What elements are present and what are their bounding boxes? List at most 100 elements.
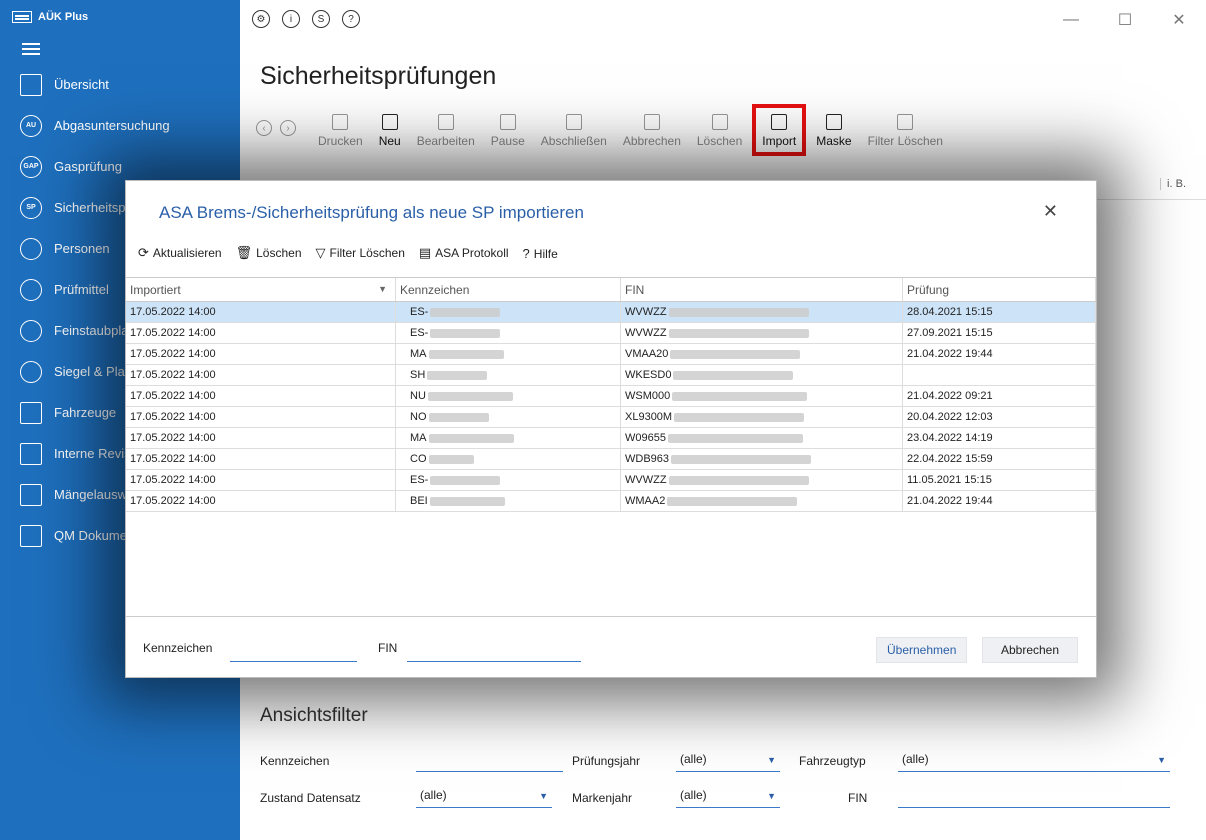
cell-kennzeichen-text: ES- (410, 327, 429, 339)
filter-pruefungsjahr-select[interactable]: (alle) ▼ (676, 752, 780, 772)
table-row[interactable]: 17.05.2022 14:00 BEI WMAA2 21.04.2022 19:44 (126, 491, 1096, 512)
table-row[interactable]: 17.05.2022 14:00 MA VMAA20 21.04.2022 19:44 (126, 344, 1096, 365)
redacted-text-blur (430, 475, 501, 485)
service-icon[interactable]: S (312, 10, 330, 28)
sort-descending-icon: ▼ (378, 284, 387, 294)
redacted-text-blur (668, 307, 809, 317)
cell-imported: 17.05.2022 14:00 (126, 407, 396, 427)
filter-fin-input[interactable] (898, 788, 1170, 808)
delete-button[interactable]: 🗑 Löschen (236, 245, 302, 261)
redacted-text-blur (667, 496, 798, 506)
table-row[interactable]: 17.05.2022 14:00 MA W09655 23.04.2022 14:19 (126, 428, 1096, 449)
sidebar-item-0[interactable]: Übersicht (0, 64, 240, 105)
help-icon[interactable]: ? (342, 10, 360, 28)
document-icon: ▤ (418, 245, 432, 260)
toolbar-button-3[interactable]: Pause (483, 106, 533, 154)
cell-kennzeichen: CO (396, 449, 621, 469)
minimize-button[interactable]: — (1044, 0, 1098, 40)
table-row[interactable]: 17.05.2022 14:00 CO WDB963 22.04.2022 15:59 (126, 449, 1096, 470)
fin-input[interactable] (407, 661, 581, 662)
close-window-button[interactable]: ✕ (1152, 0, 1206, 40)
redacted-text-blur (668, 328, 809, 338)
toolbar-button-9[interactable]: Filter Löschen (860, 106, 951, 154)
forward-icon[interactable]: › (280, 120, 296, 136)
sidebar-item-label: Gasprüfung (54, 159, 122, 174)
cell-fin-text: XL9300M (625, 411, 673, 423)
sidebar-item-1[interactable]: AU Abgasuntersuchung (0, 105, 240, 146)
toolbar-button-2[interactable]: Bearbeiten (409, 106, 483, 154)
dropdown-arrow-icon: ▼ (1157, 755, 1166, 765)
cell-pruefung-text: 20.04.2022 12:03 (907, 411, 993, 423)
car-icon (20, 401, 42, 424)
kennzeichen-input[interactable] (230, 661, 357, 662)
toolbar-button-4[interactable]: Abschließen (533, 106, 615, 154)
redacted-text-blur (667, 433, 803, 443)
dialog-close-icon[interactable]: ✕ (1043, 201, 1058, 222)
cell-kennzeichen: NU (396, 386, 621, 406)
sidebar-item-label: Prüfmittel (54, 282, 109, 297)
cell-fin-text: WSM000 (625, 390, 671, 402)
info-icon[interactable]: i (282, 10, 300, 28)
redacted-text-blur (430, 328, 501, 338)
cell-pruefung: 23.04.2022 14:19 (903, 428, 1096, 448)
filter-clear-label: Filter Löschen (329, 246, 405, 260)
dropdown-arrow-icon: ▼ (539, 791, 548, 801)
app-title: AÜK Plus (38, 11, 89, 23)
table-row[interactable]: 17.05.2022 14:00 SH WKESD0 (126, 365, 1096, 386)
table-row[interactable]: 17.05.2022 14:00 NU WSM000 21.04.2022 09:21 (126, 386, 1096, 407)
filter-markenjahr-select[interactable]: (alle) ▼ (676, 788, 780, 808)
redacted-text-blur (427, 391, 513, 401)
column-header-ib[interactable]: i. B. (1160, 178, 1186, 190)
help-button[interactable]: ? Hilfe (523, 246, 558, 261)
filter-clear-button[interactable]: ▽ Filter Löschen (316, 245, 405, 261)
cell-fin: WVWZZ (621, 470, 903, 490)
accept-button[interactable]: Übernehmen (876, 637, 968, 663)
cell-kennzeichen: NO (396, 407, 621, 427)
sidebar-item-label: Übersicht (54, 77, 109, 92)
cell-imported-text: 17.05.2022 14:00 (130, 411, 216, 423)
toolbar-button-8[interactable]: Maske (808, 106, 859, 154)
table-row[interactable]: 17.05.2022 14:00 NO XL9300M 20.04.2022 12:0… (126, 407, 1096, 428)
filter-kennzeichen-input[interactable] (416, 752, 563, 772)
cell-imported: 17.05.2022 14:00 (126, 470, 396, 490)
dropdown-arrow-icon: ▼ (767, 791, 776, 801)
filter-kennzeichen-label: Kennzeichen (260, 754, 330, 768)
table-row[interactable]: 17.05.2022 14:00 ES- WVWZZ 27.09.2021 15:15 (126, 323, 1096, 344)
cell-pruefung: 21.04.2022 19:44 (903, 344, 1096, 364)
back-icon[interactable]: ‹ (256, 120, 272, 136)
toolbar-button-0[interactable]: Drucken (310, 106, 371, 154)
toolbar-icon (332, 114, 349, 130)
refresh-button[interactable]: ⟳ Aktualisieren (138, 245, 222, 261)
dialog-title: ASA Brems-/Sicherheitsprüfung als neue S… (159, 203, 584, 222)
cancel-button[interactable]: Abbrechen (982, 637, 1078, 663)
toolbar-button-6[interactable]: Löschen (689, 106, 750, 154)
settings-icon[interactable]: ⚙ (252, 10, 270, 28)
column-header-importiert[interactable]: Importiert ▼ (126, 278, 396, 301)
cell-imported-text: 17.05.2022 14:00 (130, 390, 216, 402)
filter-zustand-value: (alle) (420, 788, 447, 802)
toolbar-icon (437, 114, 454, 130)
menu-toggle-button[interactable] (0, 34, 240, 64)
table-row[interactable]: 17.05.2022 14:00 ES- WVWZZ 28.04.2021 15:15 (126, 302, 1096, 323)
cell-fin-text: WVWZZ (625, 306, 667, 318)
toolbar-button-7[interactable]: Import (752, 104, 807, 156)
filter-zustand-select[interactable]: (alle) ▼ (416, 788, 552, 808)
maximize-button[interactable]: ☐ (1098, 0, 1152, 40)
table-row[interactable]: 17.05.2022 14:00 ES- WVWZZ 11.05.2021 15:15 (126, 470, 1096, 491)
column-header-kennzeichen[interactable]: Kennzeichen (396, 278, 621, 301)
toolbar-button-1[interactable]: Neu (371, 106, 409, 154)
toolbar-button-label: Pause (490, 134, 525, 148)
cell-fin-text: WVWZZ (625, 327, 667, 339)
redacted-text-blur (429, 496, 505, 506)
cell-imported-text: 17.05.2022 14:00 (130, 306, 216, 318)
cell-imported: 17.05.2022 14:00 (126, 323, 396, 343)
column-header-fin[interactable]: FIN (621, 278, 903, 301)
toolbar-button-label: Neu (378, 134, 401, 148)
toolbar-button-5[interactable]: Abbrechen (615, 106, 689, 154)
asa-protocol-button[interactable]: ▤ ASA Protokoll (419, 245, 509, 261)
filter-fahrzeugtyp-select[interactable]: (alle) ▼ (898, 752, 1170, 772)
column-header-pruefung[interactable]: Prüfung (903, 278, 1096, 301)
toolbar-icon (565, 114, 582, 130)
toolbar-button-label: Abschließen (540, 134, 607, 148)
import-table: Importiert ▼ Kennzeichen FIN Prüfung 17.0… (126, 277, 1096, 617)
